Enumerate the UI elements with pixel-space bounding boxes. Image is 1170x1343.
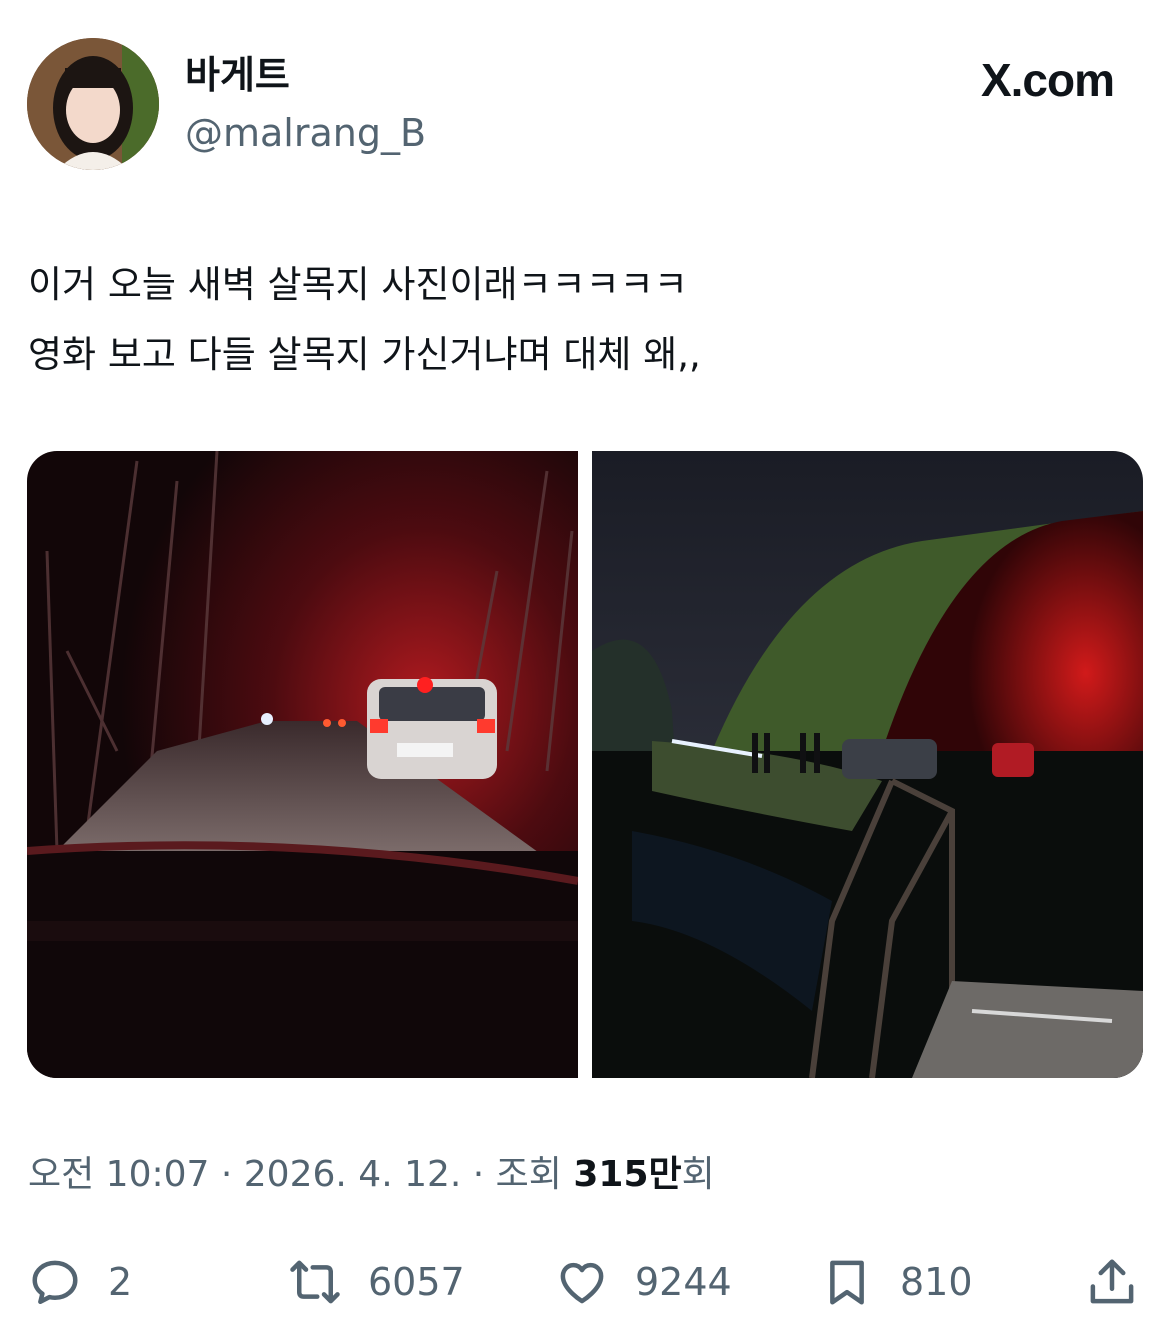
tweet-photo-2[interactable] [592,451,1143,1078]
meta-separator: · [209,1154,244,1195]
bookmark-button[interactable]: 810 [820,1250,973,1314]
repost-count: 6057 [368,1260,465,1304]
x-logo: X.com [980,54,1115,106]
avatar[interactable] [27,38,159,170]
tweet-meta: 오전 10:07 · 2026. 4. 12. · 조회 315만회 [28,1150,715,1200]
tweet-time[interactable]: 오전 10:07 [28,1154,209,1195]
tweet-media [27,451,1143,1078]
share-icon [1090,1259,1134,1304]
share-button[interactable] [1085,1250,1139,1314]
heart-icon [560,1262,604,1304]
like-button[interactable]: 9244 [555,1250,732,1314]
tweet-text: 이거 오늘 새벽 살목지 사진이래ㅋㅋㅋㅋㅋ 영화 보고 다들 살목지 가신거냐… [28,250,1138,390]
photo-car-queue-image [27,451,579,1078]
author-name[interactable]: 바게트 [185,52,290,98]
avatar-image [27,38,159,170]
views-label: 조회 [495,1154,574,1195]
action-bar: 2 6057 9244 810 [0,1250,1170,1320]
bookmark-count: 810 [900,1260,973,1304]
repost-icon [290,1260,340,1304]
meta-separator: · [461,1154,496,1195]
author-handle[interactable]: @malrang_B [185,110,426,156]
bookmark-icon [830,1260,864,1305]
like-count: 9244 [635,1260,732,1304]
tweet-text-line-1: 이거 오늘 새벽 살목지 사진이래ㅋㅋㅋㅋㅋ [28,263,688,306]
photo-reservoir-night-image [592,451,1143,1078]
tweet-photo-1[interactable] [27,451,579,1078]
reply-icon [32,1260,78,1305]
repost-button[interactable]: 6057 [288,1250,465,1314]
tweet-date[interactable]: 2026. 4. 12. [244,1154,462,1195]
reply-count: 2 [108,1260,133,1304]
tweet-text-line-2: 영화 보고 다들 살목지 가신거냐며 대체 왜,, [28,333,701,376]
views-suffix: 회 [681,1154,715,1195]
reply-button[interactable]: 2 [28,1250,132,1314]
views-count: 315만 [573,1154,682,1195]
